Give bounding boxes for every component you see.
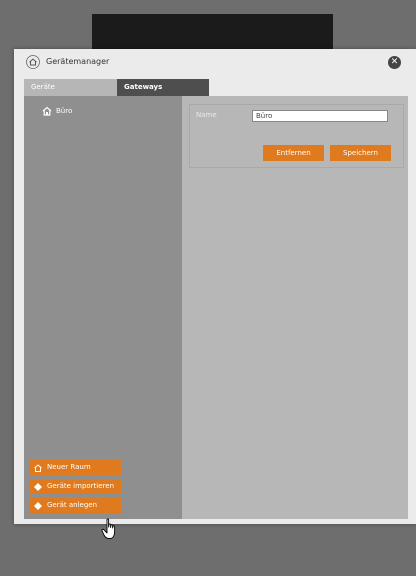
create-device-button[interactable]: Gerät anlegen xyxy=(29,498,122,513)
new-room-button[interactable]: Neuer Raum xyxy=(29,460,122,475)
room-detail-panel: Name Entfernen Speichern xyxy=(182,96,408,519)
window-title: Gerätemanager xyxy=(46,57,110,66)
home-icon xyxy=(26,55,40,69)
tab-geraete[interactable]: Geräte xyxy=(24,79,117,96)
name-input[interactable] xyxy=(252,110,388,122)
import-devices-button[interactable]: Geräte importieren xyxy=(29,479,122,494)
room-list-panel: Büro Neuer Raum Geräte importieren Gerät… xyxy=(24,96,182,519)
import-devices-label: Geräte importieren xyxy=(47,482,115,490)
plus-diamond-icon xyxy=(34,482,42,491)
name-label: Name xyxy=(196,111,217,119)
hand-cursor-icon xyxy=(101,518,116,539)
top-dark-bar xyxy=(92,14,333,50)
room-form: Name Entfernen Speichern xyxy=(189,104,404,168)
save-button[interactable]: Speichern xyxy=(330,145,391,161)
home-icon xyxy=(42,106,52,116)
plus-diamond-icon xyxy=(34,501,42,510)
tab-bar: Geräte Gateways xyxy=(24,79,209,96)
window-title-bar: Gerätemanager ✕ xyxy=(14,49,416,77)
home-icon xyxy=(34,463,42,472)
room-item-buero[interactable]: Büro xyxy=(42,105,72,117)
new-room-label: Neuer Raum xyxy=(47,463,91,471)
close-icon[interactable]: ✕ xyxy=(388,56,401,69)
create-device-label: Gerät anlegen xyxy=(47,501,98,509)
remove-button[interactable]: Entfernen xyxy=(263,145,324,161)
room-label: Büro xyxy=(56,107,73,115)
tab-gateways[interactable]: Gateways xyxy=(117,79,209,96)
device-manager-window: Gerätemanager ✕ Geräte Gateways Büro Neu… xyxy=(14,49,416,524)
